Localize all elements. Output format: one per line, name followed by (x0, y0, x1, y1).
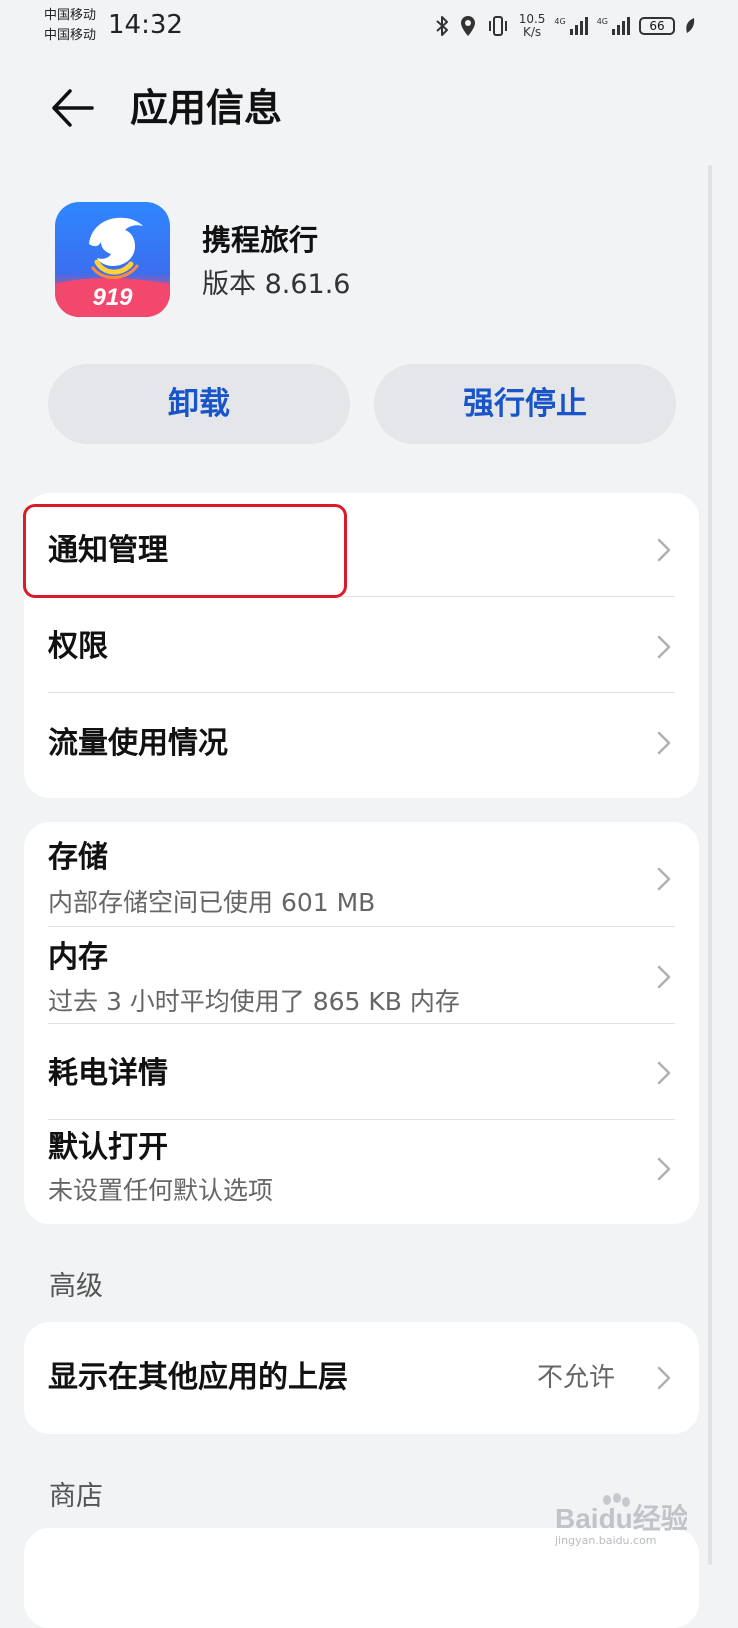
network-speed: 10.5 K/s (519, 13, 546, 39)
chevron-right-icon (657, 965, 671, 989)
advanced-group: 显示在其他应用的上层 不允许 (24, 1322, 699, 1434)
status-bar: 中国移动 中国移动 14:32 10.5 K/s 4G 4G 66 (0, 0, 738, 56)
vibrate-icon (488, 16, 507, 36)
highlight-annotation (23, 504, 347, 598)
back-arrow-icon (52, 89, 94, 127)
memory-item[interactable]: 内存 过去 3 小时平均使用了 865 KB 内存 (48, 928, 675, 1023)
carrier-2: 中国移动 (44, 28, 97, 43)
open-by-default-item[interactable]: 默认打开 未设置任何默认选项 (48, 1120, 675, 1224)
memory-subtitle: 过去 3 小时平均使用了 865 KB 内存 (48, 987, 460, 1016)
battery-details-item[interactable]: 耗电详情 (48, 1024, 675, 1119)
clock: 14:32 (108, 10, 183, 40)
advanced-section-label: 高级 (49, 1271, 103, 1302)
storage-label: 存储 (48, 840, 108, 875)
watermark-logo-text: Baidu经验 (555, 1502, 687, 1534)
app-name: 携程旅行 (202, 223, 319, 257)
signal-icon: 4G (554, 17, 588, 35)
carrier-info: 中国移动 中国移动 (44, 6, 96, 46)
ctrip-dolphin-logo: 919 (55, 202, 170, 317)
chevron-right-icon (657, 731, 671, 755)
leaf-icon (686, 18, 695, 33)
signal-label: 4G (554, 17, 566, 26)
chevron-right-icon (657, 1061, 671, 1085)
chevron-right-icon (657, 538, 671, 562)
storage-item[interactable]: 存储 内部存储空间已使用 601 MB (48, 822, 675, 927)
signal-label-2: 4G (596, 17, 608, 26)
carrier-1: 中国移动 (44, 8, 97, 23)
app-version: 版本 8.61.6 (202, 269, 351, 300)
chevron-right-icon (657, 867, 671, 891)
location-icon (460, 16, 475, 36)
data-usage-item[interactable]: 流量使用情况 (48, 694, 675, 798)
battery-details-label: 耗电详情 (48, 1056, 168, 1091)
divider (48, 926, 675, 927)
storage-subtitle: 内部存储空间已使用 601 MB (48, 888, 376, 917)
app-icon: 919 (55, 202, 170, 317)
permissions-label: 权限 (48, 629, 108, 664)
display-over-other-apps-value: 不允许 (536, 1363, 615, 1393)
settings-group-2: 存储 内部存储空间已使用 601 MB 内存 过去 3 小时平均使用了 865 … (24, 822, 699, 1224)
scrollbar[interactable] (708, 165, 712, 1565)
app-icon-badge: 919 (92, 284, 133, 311)
permissions-item[interactable]: 权限 (48, 597, 675, 693)
open-by-default-label: 默认打开 (48, 1130, 168, 1165)
memory-label: 内存 (48, 940, 108, 975)
display-over-other-apps-label: 显示在其他应用的上层 (48, 1360, 348, 1395)
watermark-url: jingyan.baidu.com (555, 1534, 657, 1547)
battery-level: 66 (649, 19, 665, 33)
page-title: 应用信息 (130, 86, 283, 130)
status-icons: 10.5 K/s 4G 4G 66 (434, 10, 696, 42)
header: 应用信息 (0, 78, 738, 138)
divider (48, 692, 675, 693)
open-by-default-subtitle: 未设置任何默认选项 (48, 1176, 274, 1205)
chevron-right-icon (657, 1366, 671, 1390)
display-over-other-apps-item[interactable]: 显示在其他应用的上层 不允许 (48, 1322, 675, 1434)
back-button[interactable] (48, 84, 100, 132)
signal-icon-2: 4G (597, 17, 630, 35)
network-speed-unit: K/s (522, 25, 542, 39)
bluetooth-icon (436, 16, 448, 36)
battery-icon: 66 (639, 17, 675, 35)
store-section-label: 商店 (49, 1481, 103, 1512)
force-stop-button[interactable]: 强行停止 (374, 364, 676, 444)
baidu-jingyan-watermark: Baidu经验 jingyan.baidu.com (555, 1490, 689, 1556)
chevron-right-icon (657, 635, 671, 659)
uninstall-button[interactable]: 卸载 (48, 364, 350, 444)
chevron-right-icon (657, 1157, 671, 1181)
baidu-paw-logo: Baidu经验 (555, 1493, 689, 1534)
data-usage-label: 流量使用情况 (48, 726, 228, 761)
